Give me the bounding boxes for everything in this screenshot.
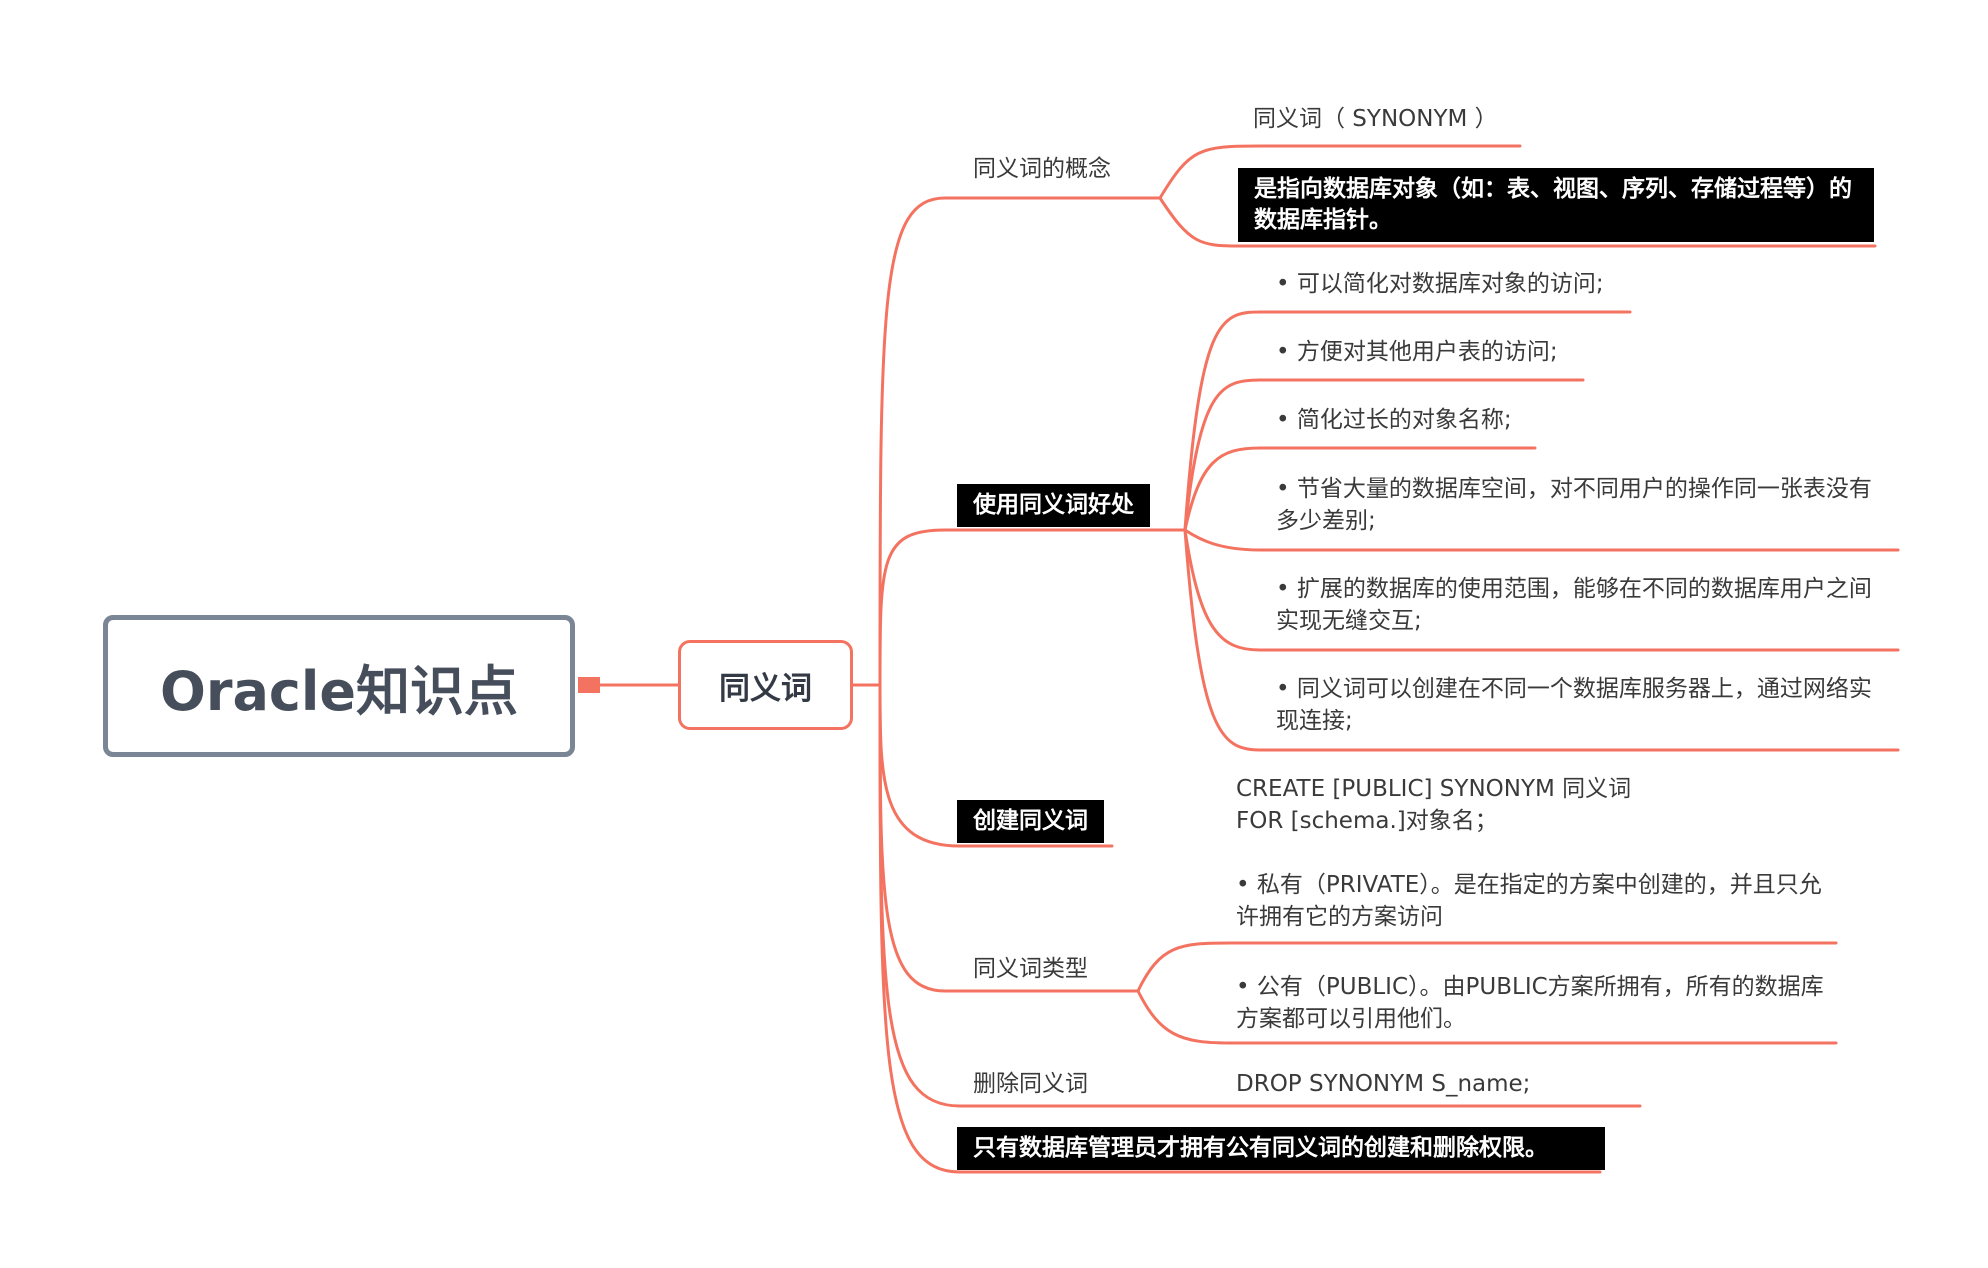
concept-synonym-label[interactable]: 同义词（ SYNONYM ） bbox=[1253, 103, 1498, 135]
branch-benefits-box[interactable]: 使用同义词好处 bbox=[957, 484, 1150, 527]
benefit-item[interactable]: • 节省大量的数据库空间，对不同用户的操作同一张表没有多少差别; bbox=[1276, 473, 1882, 537]
branch-note-box[interactable]: 只有数据库管理员才拥有公有同义词的创建和删除权限。 bbox=[957, 1127, 1605, 1170]
benefit-item[interactable]: • 扩展的数据库的使用范围，能够在不同的数据库用户之间实现无缝交互; bbox=[1276, 573, 1882, 637]
benefit-item[interactable]: • 方便对其他用户表的访问; bbox=[1276, 336, 1558, 368]
hub-topic-label: 同义词 bbox=[719, 670, 812, 707]
branch-drop-label[interactable]: 删除同义词 bbox=[973, 1068, 1088, 1100]
link-concept bbox=[878, 196, 1162, 687]
concept-definition-box[interactable]: 是指向数据库对象（如：表、视图、序列、存储过程等）的数据库指针。 bbox=[1238, 168, 1874, 242]
root-topic[interactable]: Oracle知识点 bbox=[103, 615, 575, 757]
link-benefits bbox=[878, 528, 1187, 687]
root-topic-label: Oracle知识点 bbox=[159, 659, 519, 723]
create-syntax-line-2[interactable]: FOR [schema.]对象名； bbox=[1236, 805, 1498, 837]
benefit-item[interactable]: • 简化过长的对象名称; bbox=[1276, 404, 1512, 436]
create-syntax-line-1[interactable]: CREATE [PUBLIC] SYNONYM 同义词 bbox=[1236, 773, 1631, 805]
benefit-item[interactable]: • 可以简化对数据库对象的访问; bbox=[1276, 268, 1604, 300]
benefit-item[interactable]: • 同义词可以创建在不同一个数据库服务器上，通过网络实现连接; bbox=[1276, 673, 1882, 737]
root-connector bbox=[578, 677, 600, 693]
branch-types-label[interactable]: 同义词类型 bbox=[973, 953, 1088, 985]
type-public-item[interactable]: • 公有（PUBLIC）。由PUBLIC方案所拥有，所有的数据库方案都可以引用他… bbox=[1236, 971, 1836, 1035]
drop-syntax-label[interactable]: DROP SYNONYM S_name; bbox=[1236, 1068, 1530, 1100]
branch-concept-label[interactable]: 同义词的概念 bbox=[973, 153, 1111, 185]
type-private-item[interactable]: • 私有（PRIVATE）。是在指定的方案中创建的，并且只允许拥有它的方案访问 bbox=[1236, 869, 1836, 933]
hub-topic[interactable]: 同义词 bbox=[678, 640, 853, 730]
branch-create-box[interactable]: 创建同义词 bbox=[957, 800, 1104, 843]
